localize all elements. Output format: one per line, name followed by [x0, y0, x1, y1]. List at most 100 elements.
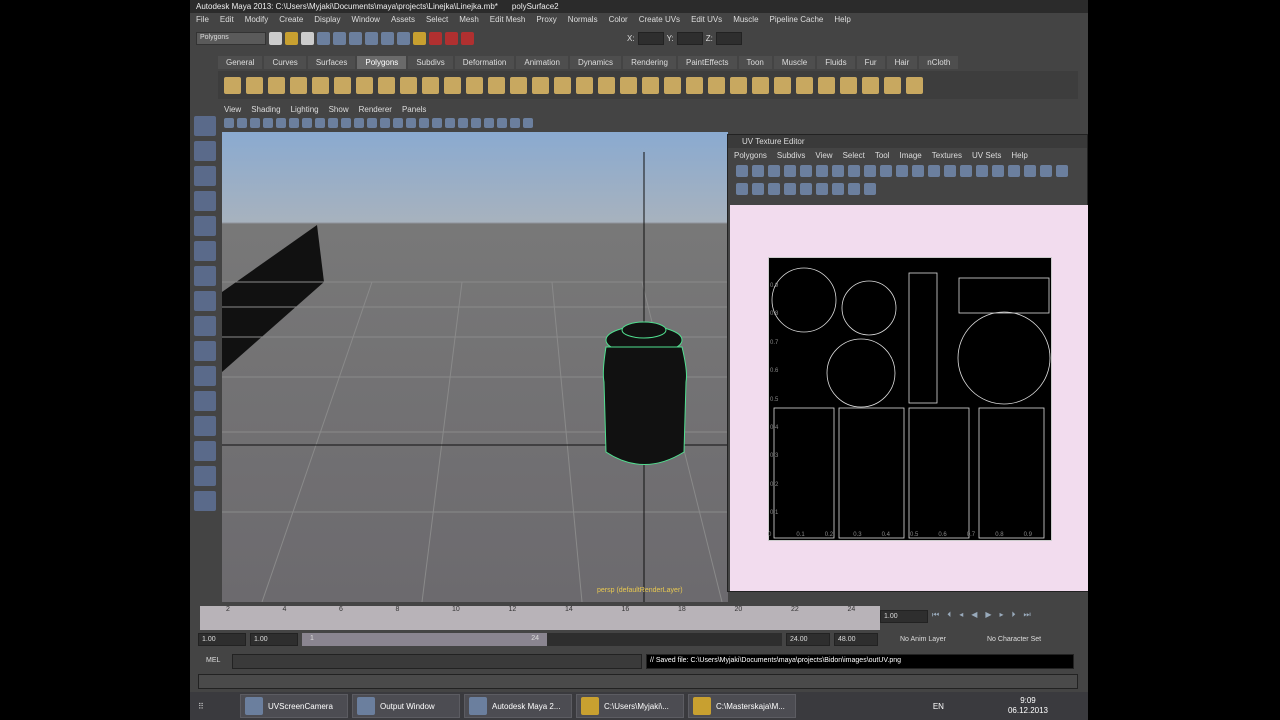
uv-tool-icon[interactable] — [960, 165, 972, 177]
uv-menu-subdivs[interactable]: Subdivs — [777, 151, 805, 160]
panel-tool-icon[interactable] — [367, 118, 377, 128]
step-forward-icon[interactable]: ⏵ — [1012, 610, 1016, 620]
tab-general[interactable]: General — [218, 56, 263, 69]
snap-grid-icon[interactable] — [365, 31, 378, 45]
shelf-tool-icon[interactable] — [444, 76, 461, 94]
menu-normals[interactable]: Normals — [568, 15, 598, 26]
layout-single-icon[interactable] — [194, 316, 216, 336]
panel-tool-icon[interactable] — [497, 118, 507, 128]
uv-menu-image[interactable]: Image — [900, 151, 922, 160]
menu-edit[interactable]: Edit — [220, 15, 234, 26]
layout-four-icon[interactable] — [194, 341, 216, 361]
go-end-icon[interactable]: ⏭ — [1024, 610, 1031, 620]
play-forward-icon[interactable]: ▶ — [985, 610, 991, 620]
panel-tool-icon[interactable] — [393, 118, 403, 128]
shelf-tool-icon[interactable] — [620, 76, 637, 94]
tab-polygons[interactable]: Polygons — [357, 56, 407, 69]
shelf-tool-icon[interactable] — [598, 76, 615, 94]
shelf-tool-icon[interactable] — [774, 76, 791, 94]
uv-tool-icon[interactable] — [1040, 165, 1052, 177]
menu-create[interactable]: Create — [279, 15, 303, 26]
mode-select[interactable]: Polygons — [196, 31, 266, 45]
end-time-field[interactable]: 48.00 — [834, 633, 878, 646]
shelf-tool-icon[interactable] — [730, 76, 747, 94]
uv-tool-icon[interactable] — [736, 165, 748, 177]
step-back-icon[interactable]: ⏴ — [947, 610, 951, 620]
shelf-tool-icon[interactable] — [818, 76, 835, 94]
shelf-tool-icon[interactable] — [642, 76, 659, 94]
uv-tool-icon[interactable] — [864, 165, 876, 177]
menu-window[interactable]: Window — [352, 15, 380, 26]
ipr-render-icon[interactable] — [445, 31, 458, 45]
panel-tool-icon[interactable] — [458, 118, 468, 128]
tab-subdivs[interactable]: Subdivs — [408, 56, 453, 69]
panel-tool-icon[interactable] — [432, 118, 442, 128]
layout-two-icon[interactable] — [194, 366, 216, 386]
panel-tool-icon[interactable] — [484, 118, 494, 128]
select-hierarchy-icon[interactable] — [317, 31, 330, 45]
uv-tool-icon[interactable] — [912, 165, 924, 177]
snap-curve-icon[interactable] — [381, 31, 394, 45]
command-input[interactable] — [232, 654, 642, 669]
tab-hair[interactable]: Hair — [886, 56, 918, 69]
panel-tool-icon[interactable] — [419, 118, 429, 128]
panel-tool-icon[interactable] — [354, 118, 364, 128]
uv-tool-icon[interactable] — [784, 165, 796, 177]
menu-modify[interactable]: Modify — [245, 15, 269, 26]
menu-create-uvs[interactable]: Create UVs — [639, 15, 680, 26]
uv-tool-icon[interactable] — [816, 183, 828, 195]
select-tool-icon[interactable] — [194, 116, 216, 136]
uv-tool-icon[interactable] — [992, 165, 1004, 177]
uv-tool-icon[interactable] — [928, 165, 940, 177]
panel-tool-icon[interactable] — [302, 118, 312, 128]
save-scene-icon[interactable] — [301, 31, 314, 45]
shelf-tool-icon[interactable] — [752, 76, 769, 94]
uv-tool-icon[interactable] — [768, 183, 780, 195]
start-icon[interactable]: ⠿ — [198, 702, 236, 711]
menu-muscle[interactable]: Muscle — [733, 15, 758, 26]
uv-tool-icon[interactable] — [880, 165, 892, 177]
shelf-tool-icon[interactable] — [554, 76, 571, 94]
select-object-icon[interactable] — [333, 31, 346, 45]
lasso-tool-icon[interactable] — [194, 141, 216, 161]
tab-curves[interactable]: Curves — [264, 56, 306, 69]
uv-tool-icon[interactable] — [800, 165, 812, 177]
tab-muscle[interactable]: Muscle — [773, 56, 816, 69]
shelf-tool-icon[interactable] — [378, 76, 395, 94]
panel-tool-icon[interactable] — [289, 118, 299, 128]
uv-canvas[interactable]: 0 0.1 0.2 0.3 0.4 0.5 0.6 0.7 0.8 0.9 0.9 0.8 0.7 0.… — [730, 205, 1088, 591]
playback-start-field[interactable]: 1.00 — [250, 633, 298, 646]
tab-fluids[interactable]: Fluids — [817, 56, 855, 69]
key-forward-icon[interactable]: ▸ — [1000, 610, 1004, 620]
layout-more-icon[interactable] — [194, 491, 216, 511]
uv-tool-icon[interactable] — [1008, 165, 1020, 177]
taskbar-item[interactable]: Autodesk Maya 2... — [464, 694, 572, 718]
key-back-icon[interactable]: ◂ — [959, 610, 963, 620]
shelf-tool-icon[interactable] — [906, 76, 923, 94]
current-frame-field[interactable]: 1.00 — [880, 610, 928, 623]
menu-help[interactable]: Help — [834, 15, 850, 26]
panel-tool-icon[interactable] — [471, 118, 481, 128]
uv-tool-icon[interactable] — [1024, 165, 1036, 177]
language-indicator[interactable]: EN — [933, 702, 944, 711]
menu-color[interactable]: Color — [609, 15, 628, 26]
menu-edit-mesh[interactable]: Edit Mesh — [490, 15, 526, 26]
select-component-icon[interactable] — [349, 31, 362, 45]
go-start-icon[interactable]: ⏮ — [932, 610, 939, 620]
taskbar-item[interactable]: Output Window — [352, 694, 460, 718]
uv-menu-select[interactable]: Select — [843, 151, 865, 160]
rotate-tool-icon[interactable] — [194, 216, 216, 236]
tab-toon[interactable]: Toon — [738, 56, 772, 69]
panel-tool-icon[interactable] — [328, 118, 338, 128]
range-slider[interactable]: 1 24 — [302, 633, 547, 646]
taskbar-item[interactable]: C:\Masterskaja\M... — [688, 694, 796, 718]
start-time-field[interactable]: 1.00 — [198, 633, 246, 646]
uv-tool-icon[interactable] — [944, 165, 956, 177]
shelf-tool-icon[interactable] — [246, 76, 263, 94]
panel-tool-icon[interactable] — [341, 118, 351, 128]
panel-tool-icon[interactable] — [224, 118, 234, 128]
tab-surfaces[interactable]: Surfaces — [307, 56, 356, 69]
shelf-tool-icon[interactable] — [796, 76, 813, 94]
shelf-tool-icon[interactable] — [708, 76, 725, 94]
layout-uv-icon[interactable] — [194, 466, 216, 486]
